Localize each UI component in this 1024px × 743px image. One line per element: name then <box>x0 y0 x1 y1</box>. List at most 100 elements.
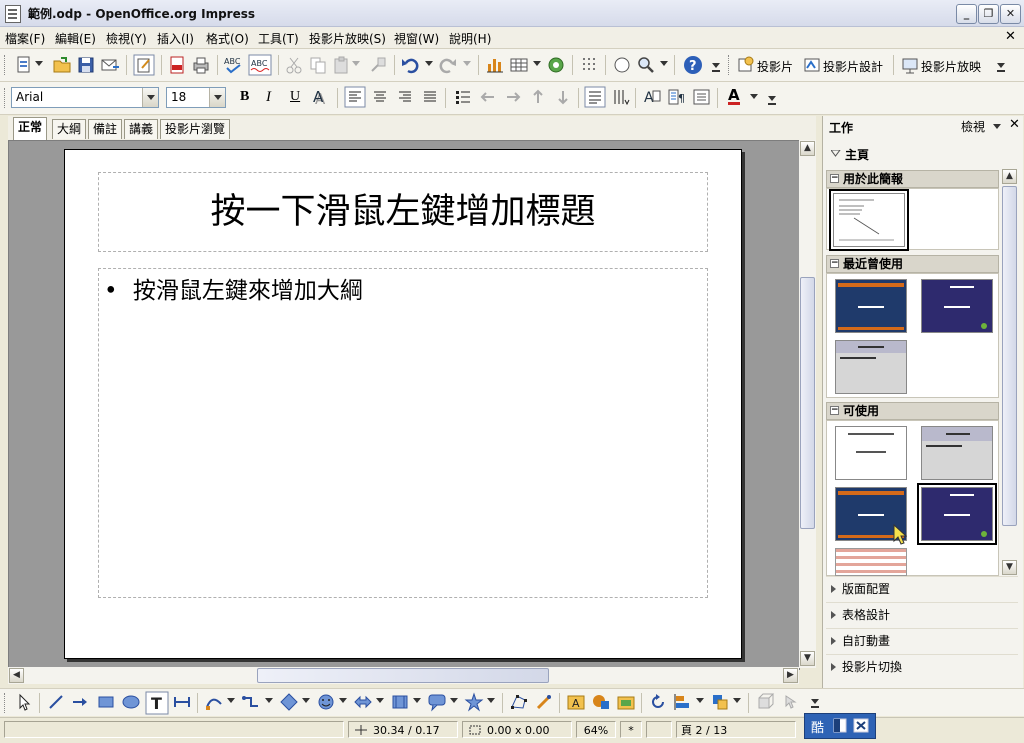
gallery-icon[interactable] <box>546 55 566 75</box>
font-color-button[interactable]: A <box>728 88 740 105</box>
ime-mode-label[interactable]: 酷 <box>811 717 824 736</box>
text-top-to-bottom-icon[interactable] <box>610 87 630 107</box>
slideshow-icon[interactable] <box>901 55 919 75</box>
curve-dropdown-icon[interactable] <box>227 698 235 704</box>
impress-app-icon[interactable] <box>5 5 21 23</box>
slide-design-button-label[interactable]: 投影片設計 <box>823 58 883 75</box>
scroll-up-button[interactable]: ▲ <box>1002 169 1017 184</box>
rotate-icon[interactable] <box>648 692 668 712</box>
close-document-icon[interactable]: ✕ <box>1005 29 1016 44</box>
scroll-down-button[interactable]: ▼ <box>1002 560 1017 575</box>
undo-dropdown-icon[interactable] <box>425 61 433 67</box>
master-thumbnail[interactable] <box>835 279 907 333</box>
expand-triangle-icon[interactable] <box>831 150 841 158</box>
ime-settings-icon[interactable] <box>853 718 869 733</box>
master-thumbnail[interactable] <box>829 189 909 251</box>
task-pane-close-icon[interactable]: ✕ <box>1009 117 1020 132</box>
ellipse-icon[interactable] <box>121 692 141 712</box>
chart-icon[interactable] <box>485 55 505 75</box>
expand-triangle-icon[interactable] <box>831 585 836 593</box>
section-layouts[interactable]: 版面配置 <box>826 576 1018 600</box>
section-used-in-presentation[interactable]: − 用於此簡報 <box>826 170 999 188</box>
new-document-icon[interactable] <box>14 55 34 75</box>
section-table-design[interactable]: 表格設計 <box>826 602 1018 626</box>
task-pane-view-menu[interactable]: 檢視 <box>961 118 985 135</box>
ime-toolbar[interactable]: 酷 <box>804 713 876 739</box>
undo-icon[interactable] <box>400 55 420 75</box>
line-icon[interactable] <box>46 692 66 712</box>
expand-triangle-icon[interactable] <box>831 611 836 619</box>
glue-points-icon[interactable] <box>534 692 554 712</box>
grid-icon[interactable] <box>580 55 600 75</box>
tab-handout[interactable]: 講義 <box>124 119 159 139</box>
ime-halfwidth-icon[interactable] <box>833 718 847 733</box>
master-thumbnail[interactable] <box>921 279 993 333</box>
horizontal-scroll-thumb[interactable] <box>257 668 549 683</box>
table-dropdown-icon[interactable] <box>533 61 541 67</box>
italic-button[interactable]: I <box>266 89 271 106</box>
master-thumbnail[interactable] <box>835 426 907 480</box>
slideshow-button-label[interactable]: 投影片放映 <box>921 58 981 75</box>
maximize-button[interactable]: ❐ <box>978 4 999 24</box>
symbol-shapes-icon[interactable] <box>316 692 336 712</box>
character-icon[interactable]: A <box>642 87 662 107</box>
outline-placeholder[interactable] <box>98 268 708 598</box>
autospellcheck-icon[interactable]: ABC <box>248 54 272 76</box>
fit-text-icon[interactable] <box>172 692 192 712</box>
font-color-dropdown-icon[interactable] <box>750 94 758 100</box>
stars-icon[interactable] <box>464 692 484 712</box>
tab-notes[interactable]: 備註 <box>88 119 123 139</box>
toolbar-grip[interactable] <box>4 693 8 713</box>
flowchart-dropdown-icon[interactable] <box>413 698 421 704</box>
bullets-icon[interactable] <box>453 87 473 107</box>
table-icon[interactable] <box>509 55 529 75</box>
toolbar-grip[interactable] <box>728 55 732 75</box>
chevron-down-icon[interactable] <box>142 88 158 107</box>
basic-shapes-dropdown-icon[interactable] <box>302 698 310 704</box>
justify-icon[interactable] <box>420 87 440 107</box>
chevron-down-icon[interactable] <box>209 88 225 107</box>
text-left-to-right-icon[interactable] <box>584 86 606 108</box>
scroll-left-button[interactable]: ◀ <box>9 668 24 683</box>
task-pane-scroll-thumb[interactable] <box>1002 186 1017 526</box>
line-arrow-icon[interactable] <box>70 692 90 712</box>
collapse-icon[interactable]: − <box>830 259 839 268</box>
edit-file-icon[interactable] <box>133 54 155 76</box>
new-dropdown-icon[interactable] <box>35 61 43 67</box>
section-available[interactable]: − 可使用 <box>826 402 999 420</box>
block-arrows-dropdown-icon[interactable] <box>376 698 384 704</box>
document-modified-indicator[interactable]: * <box>620 721 642 738</box>
toolbar-grip[interactable] <box>4 88 8 108</box>
menu-tools[interactable]: 工具(T) <box>258 30 299 47</box>
minimize-button[interactable]: _ <box>956 4 977 24</box>
scroll-right-button[interactable]: ▶ <box>783 668 798 683</box>
menu-slideshow[interactable]: 投影片放映(S) <box>309 30 386 47</box>
align-left-icon[interactable] <box>344 86 366 108</box>
menu-window[interactable]: 視窗(W) <box>394 30 439 47</box>
spellcheck-icon[interactable]: ABC <box>223 55 245 75</box>
toolbar-overflow-icon[interactable] <box>997 63 1005 73</box>
open-folder-icon[interactable] <box>52 55 72 75</box>
tab-normal[interactable]: 正常 <box>13 117 48 140</box>
arrange-icon[interactable] <box>710 692 730 712</box>
zoom-icon[interactable] <box>636 55 656 75</box>
curve-icon[interactable] <box>204 692 224 712</box>
text-tool-icon[interactable]: T <box>145 691 169 715</box>
help-icon[interactable]: ? <box>682 54 704 76</box>
menu-format[interactable]: 格式(O) <box>206 30 249 47</box>
view-dropdown-icon[interactable] <box>993 124 1001 130</box>
alignment-icon[interactable] <box>673 692 693 712</box>
symbol-shapes-dropdown-icon[interactable] <box>339 698 347 704</box>
print-icon[interactable] <box>191 55 211 75</box>
select-arrow-icon[interactable] <box>14 692 34 712</box>
menu-insert[interactable]: 插入(I) <box>157 30 194 47</box>
font-size-combo[interactable]: 18 <box>166 87 226 108</box>
scroll-up-button[interactable]: ▲ <box>800 141 815 156</box>
master-thumbnail[interactable] <box>921 426 993 480</box>
block-arrows-icon[interactable] <box>353 692 373 712</box>
collapse-icon[interactable]: − <box>830 174 839 183</box>
toolbar-grip[interactable] <box>4 55 8 75</box>
font-name-combo[interactable]: Arial <box>11 87 159 108</box>
collapse-icon[interactable]: − <box>830 406 839 415</box>
callouts-dropdown-icon[interactable] <box>450 698 458 704</box>
